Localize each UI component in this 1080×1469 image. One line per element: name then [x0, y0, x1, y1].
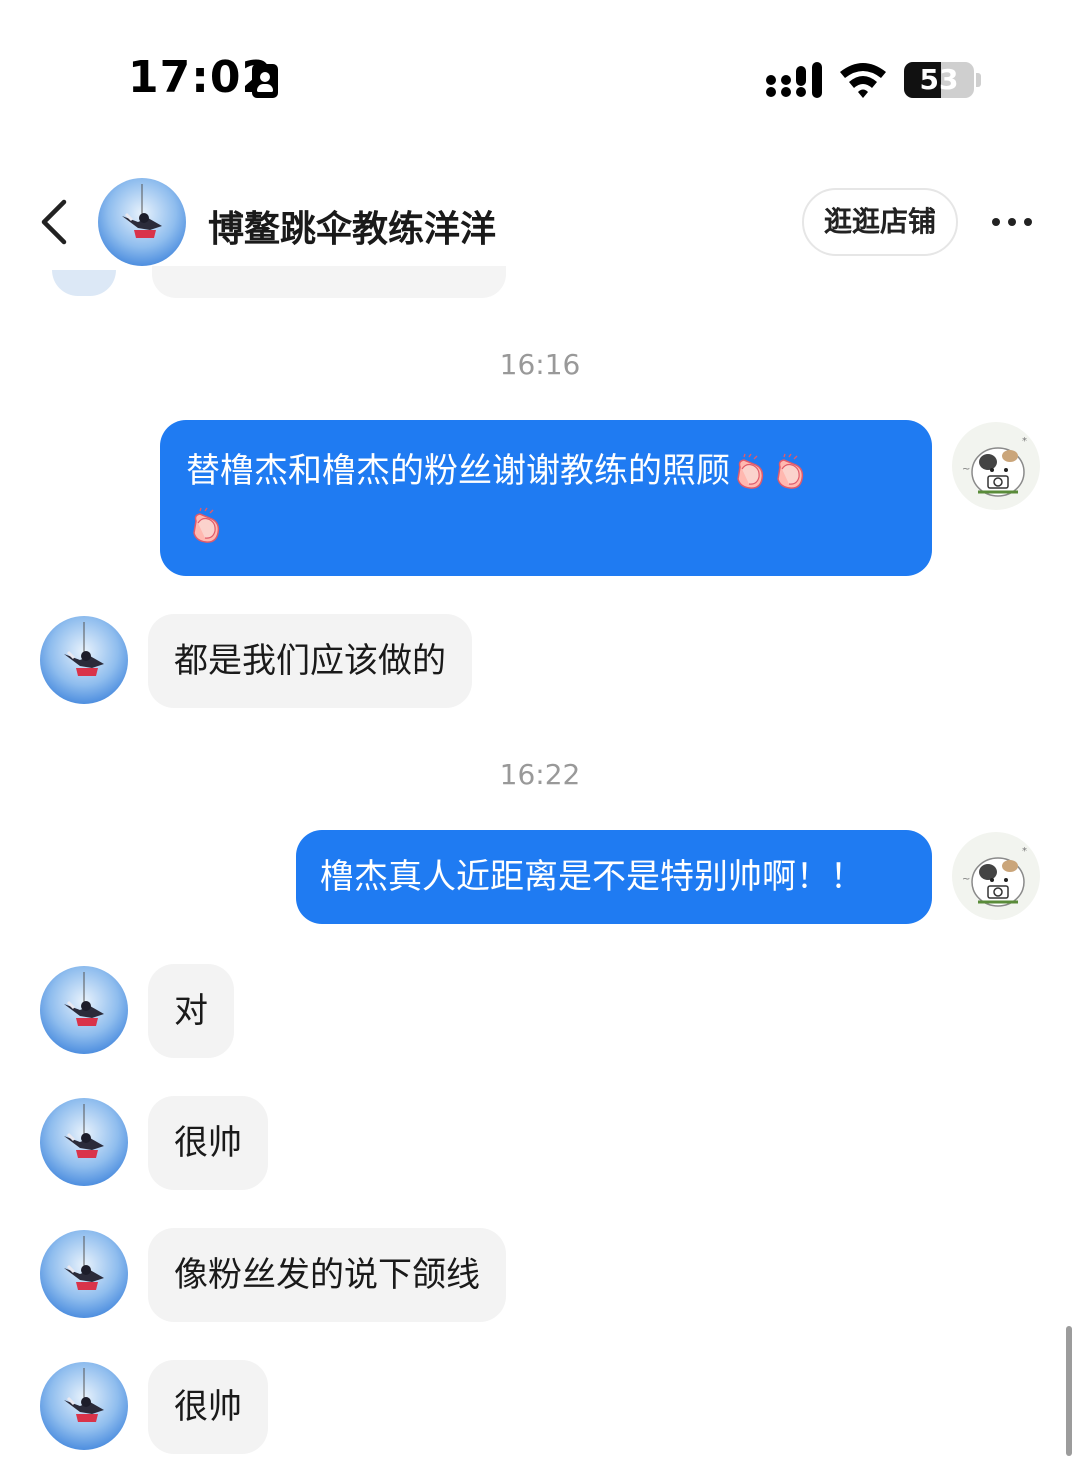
contact-avatar[interactable] — [40, 616, 128, 704]
clapping-hands-icon — [770, 453, 810, 493]
incoming-message-bubble[interactable]: 对 — [148, 964, 234, 1058]
partial-message-bubble — [152, 266, 506, 298]
incoming-message-bubble[interactable]: 很帅 — [148, 1096, 268, 1190]
battery-icon: 53 — [904, 62, 974, 98]
contact-badge-icon — [252, 64, 278, 98]
my-avatar[interactable] — [952, 832, 1040, 920]
incoming-message-bubble[interactable]: 像粉丝发的说下颌线 — [148, 1228, 506, 1322]
clapping-hands-icon — [730, 453, 770, 493]
outgoing-message-bubble[interactable]: 替橹杰和橹杰的粉丝谢谢教练的照顾 — [160, 420, 932, 576]
chevron-left-icon[interactable] — [34, 196, 74, 248]
clapping-hands-icon — [186, 507, 226, 547]
scrollbar[interactable] — [1066, 1326, 1072, 1456]
cellular-signal-icon — [766, 62, 822, 98]
more-dots-icon[interactable] — [988, 208, 1036, 236]
message-text: 替橹杰和橹杰的粉丝谢谢教练的照顾 — [186, 451, 730, 491]
contact-avatar[interactable] — [40, 966, 128, 1054]
contact-avatar[interactable] — [40, 1098, 128, 1186]
battery-cap — [976, 73, 981, 87]
contact-avatar[interactable] — [98, 178, 186, 266]
contact-avatar[interactable] — [40, 1230, 128, 1318]
my-avatar[interactable] — [952, 422, 1040, 510]
battery-percent: 53 — [919, 63, 959, 96]
visit-shop-button[interactable]: 逛逛店铺 — [802, 188, 958, 256]
contact-name[interactable]: 博鳌跳伞教练洋洋 — [208, 200, 496, 252]
partial-avatar — [52, 270, 116, 296]
message-timestamp: 16:22 — [499, 758, 581, 791]
contact-avatar[interactable] — [40, 1362, 128, 1450]
incoming-message-bubble[interactable]: 都是我们应该做的 — [148, 614, 472, 708]
outgoing-message-bubble[interactable]: 橹杰真人近距离是不是特别帅啊！！ — [296, 830, 932, 924]
message-timestamp: 16:16 — [499, 348, 581, 381]
incoming-message-bubble[interactable]: 很帅 — [148, 1360, 268, 1454]
wifi-icon — [840, 63, 886, 98]
